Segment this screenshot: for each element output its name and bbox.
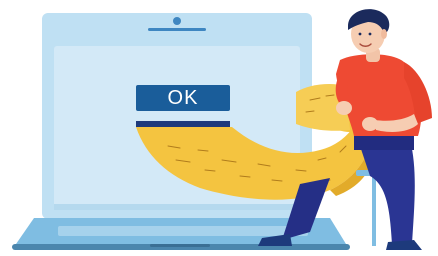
laptop-touchpad <box>58 226 308 236</box>
camera-bar <box>148 28 206 31</box>
stool-leg <box>372 176 376 246</box>
eye-left <box>358 32 362 36</box>
ok-button[interactable]: OK <box>136 85 230 111</box>
right-shoe <box>386 240 422 250</box>
ear <box>381 29 387 39</box>
eye-right <box>368 32 372 36</box>
laptop-person-illustration <box>12 9 432 250</box>
illustration-scene: OK <box>0 0 438 256</box>
camera-icon <box>173 17 181 25</box>
right-hand <box>362 117 378 131</box>
right-leg <box>358 140 415 244</box>
left-hand <box>336 101 352 115</box>
screen-bottom-strip <box>54 204 300 210</box>
dialog-underline <box>136 121 230 127</box>
laptop-base-notch <box>150 244 210 247</box>
